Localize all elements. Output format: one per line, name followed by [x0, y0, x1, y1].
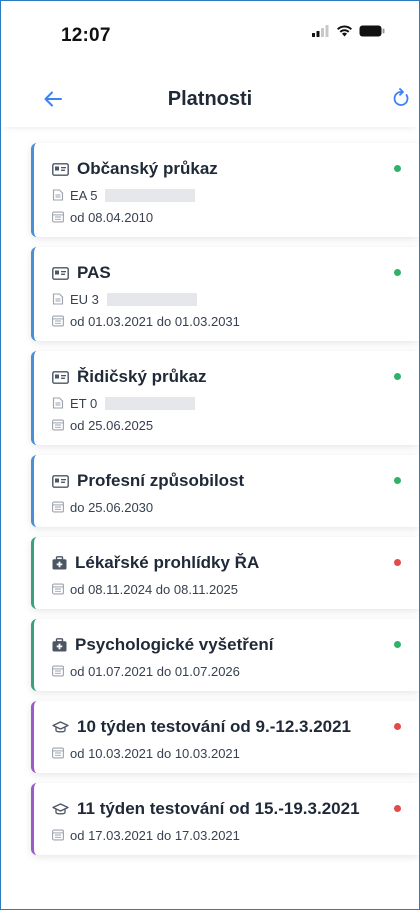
status-dot	[394, 165, 401, 172]
card-title: 11 týden testování od 15.-19.3.2021	[77, 799, 360, 818]
status-time: 12:07	[61, 25, 111, 46]
id-card-icon	[52, 162, 69, 176]
validity-date: od 01.03.2021 do 01.03.2031	[70, 313, 240, 329]
status-dot	[394, 269, 401, 276]
validity-date: od 25.06.2025	[70, 417, 154, 433]
graduation-cap-icon	[52, 720, 69, 732]
document-number-row: ET 0	[52, 395, 379, 411]
id-card-icon	[52, 370, 69, 384]
calendar-icon	[52, 419, 64, 431]
card-title: 10 týden testování od 9.-12.3.2021	[77, 717, 352, 736]
date-row: do 25.06.2030	[52, 499, 379, 515]
id-card-icon	[52, 266, 69, 280]
validity-date: od 08.04.2010	[70, 209, 154, 225]
date-row: od 08.04.2010	[52, 209, 379, 225]
status-dot	[394, 373, 401, 380]
card-title: Psychologické vyšetření	[75, 635, 274, 654]
header-bar: Platnosti	[1, 71, 419, 127]
validity-date: do 25.06.2030	[70, 499, 154, 515]
calendar-icon	[52, 501, 64, 513]
card-title-row: 10 týden testování od 9.-12.3.2021	[52, 715, 379, 739]
date-row: od 08.11.2024 do 08.11.2025	[52, 581, 379, 597]
redacted-block	[105, 188, 196, 202]
back-button[interactable]	[39, 85, 67, 113]
card-title-row: Řidičský průkaz	[52, 365, 379, 389]
list-item[interactable]: PAS EU 3 od 01.03.2021 do 01.03.2031	[31, 247, 419, 341]
document-icon	[52, 397, 64, 409]
calendar-icon	[52, 583, 64, 595]
status-dot	[394, 559, 401, 566]
calendar-icon	[52, 665, 64, 677]
arrow-left-icon	[44, 91, 62, 107]
validity-date: od 10.03.2021 do 10.03.2021	[70, 745, 240, 761]
calendar-icon	[52, 829, 64, 841]
status-dot	[394, 477, 401, 484]
calendar-icon	[52, 211, 64, 223]
graduation-cap-icon	[52, 802, 69, 814]
card-title: Občanský průkaz	[77, 159, 218, 178]
validity-date: od 08.11.2024 do 08.11.2025	[70, 581, 238, 597]
list-item[interactable]: Občanský průkaz EA 5 od 08.04.2010	[31, 143, 419, 237]
card-title-row: Lékařské prohlídky ŘA	[52, 551, 379, 575]
validity-list: Občanský průkaz EA 5 od 08.04.2010 PAS E…	[1, 127, 419, 855]
date-row: od 17.03.2021 do 17.03.2021	[52, 827, 379, 843]
document-number: ET 0	[70, 395, 98, 411]
card-title-row: Občanský průkaz	[52, 157, 379, 181]
list-item[interactable]: Profesní způsobilost do 25.06.2030	[31, 455, 419, 527]
document-number: EA 5	[70, 187, 98, 203]
list-item[interactable]: Psychologické vyšetření od 01.07.2021 do…	[31, 619, 419, 691]
medical-kit-icon	[52, 556, 67, 570]
date-row: od 25.06.2025	[52, 417, 379, 433]
list-item[interactable]: 10 týden testování od 9.-12.3.2021 od 10…	[31, 701, 419, 773]
status-dot	[394, 723, 401, 730]
document-number-row: EU 3	[52, 291, 379, 307]
card-title: Lékařské prohlídky ŘA	[75, 553, 260, 572]
card-title: PAS	[77, 263, 111, 282]
card-title-row: 11 týden testování od 15.-19.3.2021	[52, 797, 379, 821]
id-card-icon	[52, 474, 69, 488]
list-item[interactable]: 11 týden testování od 15.-19.3.2021 od 1…	[31, 783, 419, 855]
calendar-icon	[52, 747, 64, 759]
date-row: od 01.07.2021 do 01.07.2026	[52, 663, 379, 679]
redacted-block	[106, 292, 197, 306]
card-title-row: Profesní způsobilost	[52, 469, 379, 493]
validity-date: od 01.07.2021 do 01.07.2026	[70, 663, 240, 679]
refresh-button[interactable]	[387, 84, 415, 112]
status-dot	[394, 641, 401, 648]
validity-date: od 17.03.2021 do 17.03.2021	[70, 827, 240, 843]
status-bar: 12:07	[1, 1, 419, 71]
card-title: Profesní způsobilost	[77, 471, 245, 490]
document-icon	[52, 293, 64, 305]
refresh-icon	[393, 88, 409, 106]
card-title-row: Psychologické vyšetření	[52, 633, 379, 657]
calendar-icon	[52, 315, 64, 327]
date-row: od 10.03.2021 do 10.03.2021	[52, 745, 379, 761]
date-row: od 01.03.2021 do 01.03.2031	[52, 313, 379, 329]
page-title: Platnosti	[167, 87, 253, 110]
list-item[interactable]: Lékařské prohlídky ŘA od 08.11.2024 do 0…	[31, 537, 419, 609]
status-dot	[394, 805, 401, 812]
signal-icon	[312, 25, 329, 37]
card-title-row: PAS	[52, 261, 379, 285]
wifi-icon	[337, 25, 352, 37]
document-number: EU 3	[70, 291, 99, 307]
redacted-block	[105, 396, 196, 410]
document-icon	[52, 189, 64, 201]
card-title: Řidičský průkaz	[77, 367, 207, 386]
app-frame: 12:07 Platnosti Občanský průkaz EA 5 od …	[0, 0, 420, 910]
status-icons	[312, 25, 385, 37]
list-item[interactable]: Řidičský průkaz ET 0 od 25.06.2025	[31, 351, 419, 445]
medical-kit-icon	[52, 638, 67, 652]
document-number-row: EA 5	[52, 187, 379, 203]
battery-icon	[359, 25, 385, 37]
